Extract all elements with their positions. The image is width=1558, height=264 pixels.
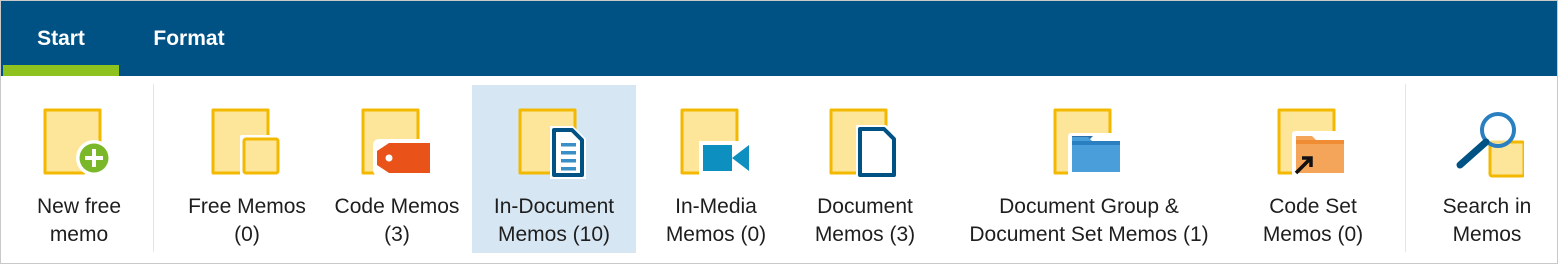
new-memo-icon (43, 108, 112, 176)
new-free-memo-label: New free memo (36, 195, 122, 246)
code-memos-button[interactable]: Code Memos (3) (325, 85, 469, 253)
code-set-memos-icon (1277, 108, 1350, 177)
document-group-memos-label: Document Group & Document Set Memos (1) (969, 195, 1209, 246)
search-in-memos-button[interactable]: Search in Memos (1415, 85, 1558, 253)
code-set-memos-label: Code Set Memos (0) (1262, 195, 1364, 246)
code-memos-label: Code Memos (3) (334, 195, 460, 246)
ribbon-window: Start Format New free memo Free Memos (0… (0, 0, 1558, 264)
search-in-memos-label: Search in Memos (1442, 195, 1532, 246)
code-memos-icon (361, 108, 433, 176)
in-media-memos-button[interactable]: In-Media Memos (0) (644, 85, 788, 253)
code-set-memos-button[interactable]: Code Set Memos (0) (1241, 85, 1385, 253)
ribbon-toolbar: New free memo Free Memos (0) Code Memos … (1, 76, 1557, 263)
tab-format[interactable]: Format (119, 1, 259, 76)
new-free-memo-button[interactable]: New free memo (7, 85, 151, 253)
in-document-memos-button[interactable]: In-Document Memos (10) (472, 85, 636, 253)
free-memos-button[interactable]: Free Memos (0) (175, 85, 319, 253)
separator (1405, 84, 1406, 252)
tab-bar: Start Format (1, 1, 1557, 76)
active-tab-indicator (3, 65, 119, 76)
document-memos-button[interactable]: Document Memos (3) (793, 85, 937, 253)
document-memos-icon (829, 108, 898, 179)
in-media-memos-label: In-Media Memos (0) (665, 195, 767, 246)
search-memos-icon (1456, 112, 1524, 178)
in-media-memos-icon (680, 108, 753, 175)
free-memos-icon (211, 108, 282, 177)
document-group-memos-button[interactable]: Document Group & Document Set Memos (1) (961, 85, 1217, 253)
in-document-memos-icon (518, 108, 586, 179)
document-group-memos-icon (1053, 108, 1126, 177)
free-memos-label: Free Memos (0) (188, 195, 306, 246)
document-memos-label: Document Memos (3) (814, 195, 916, 246)
in-document-memos-label: In-Document Memos (10) (493, 195, 615, 246)
separator (153, 84, 154, 252)
